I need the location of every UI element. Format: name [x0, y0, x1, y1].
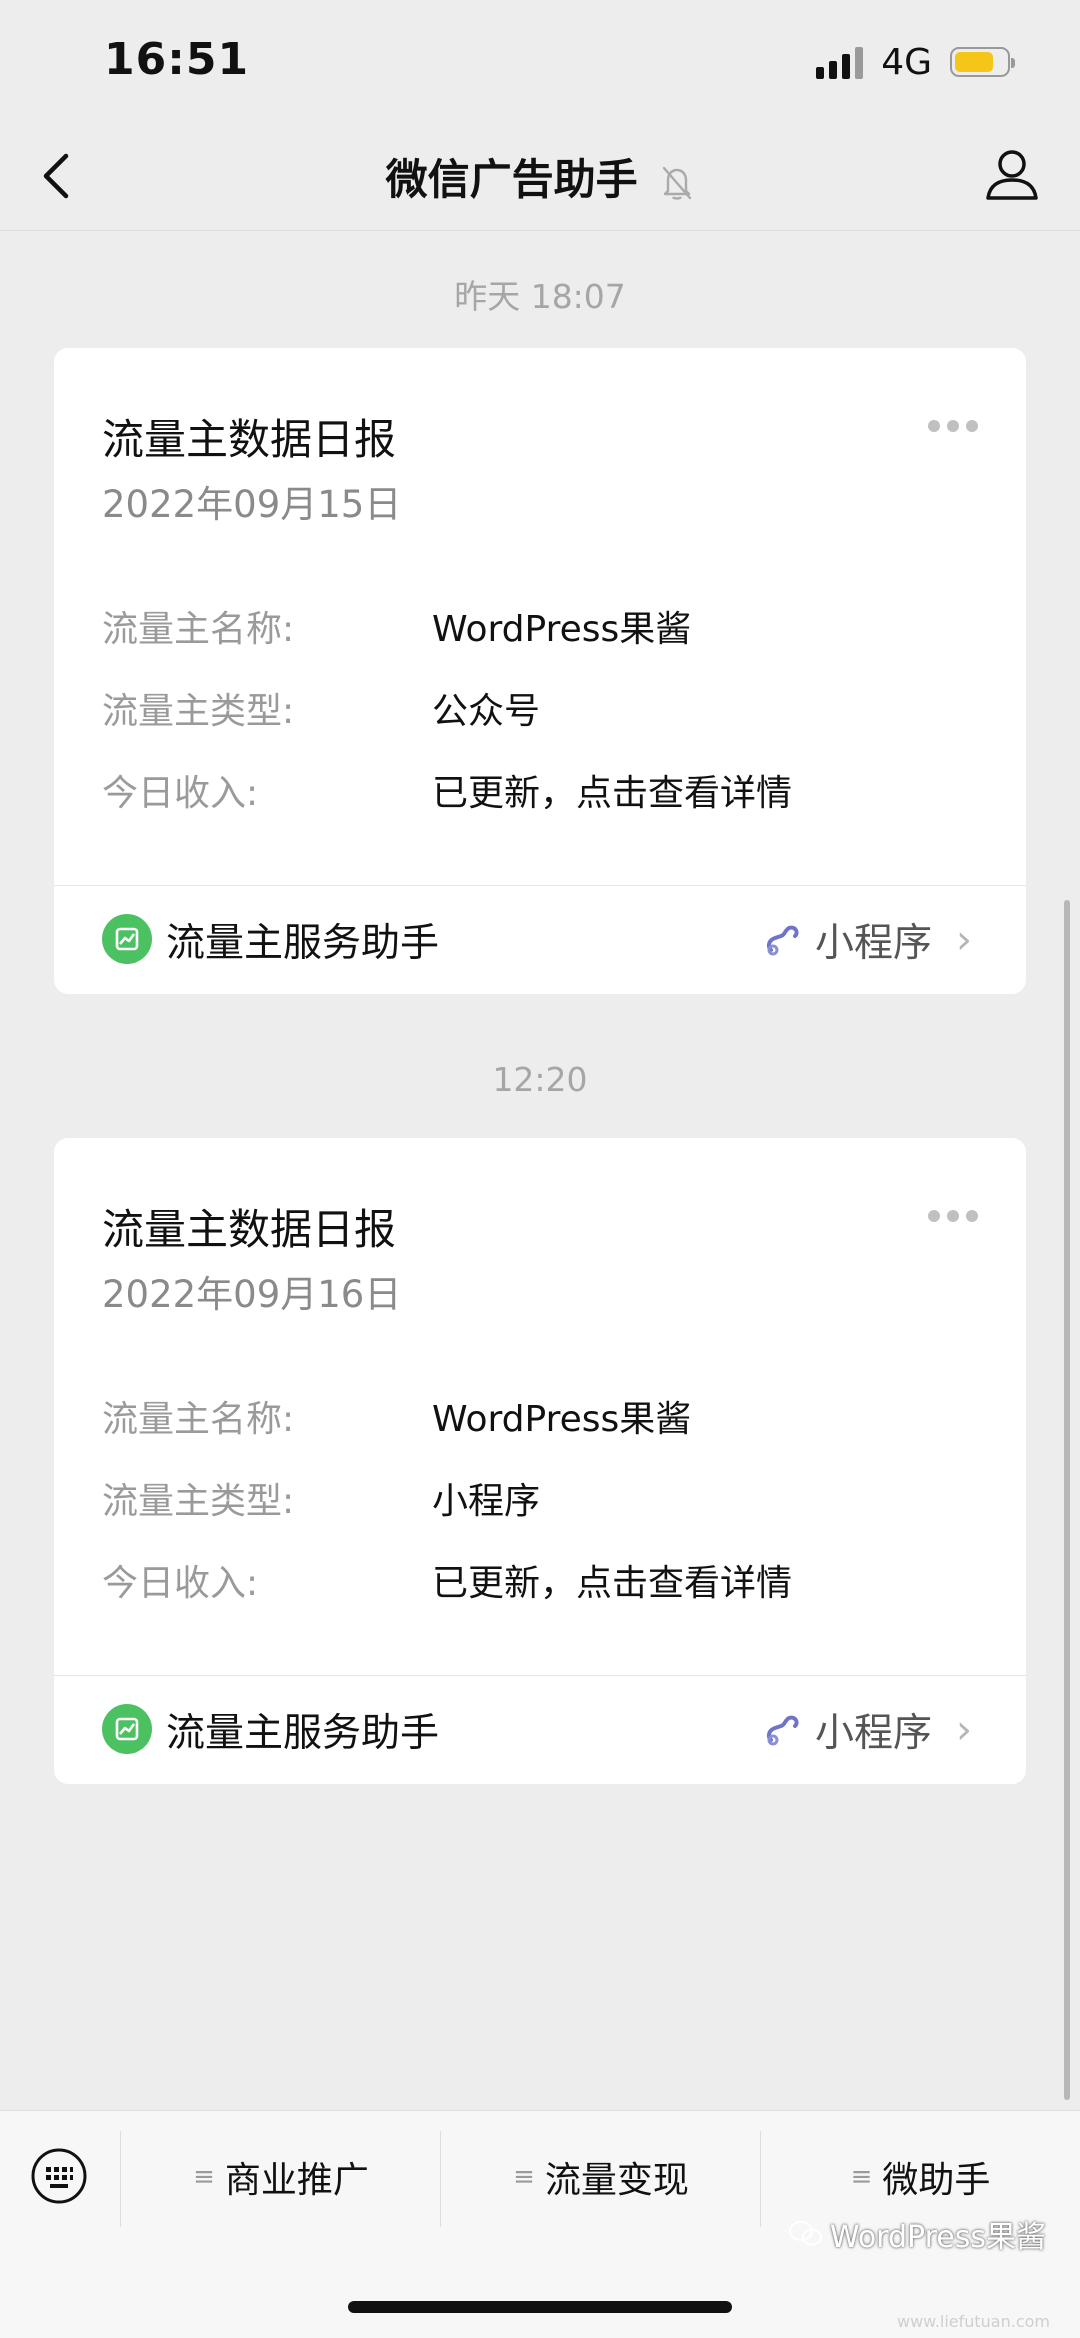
menu-lines-icon: ≡ — [193, 2162, 215, 2192]
wechat-icon — [788, 2221, 822, 2246]
mini-program-tag: 小程序 › — [763, 912, 972, 968]
watermark-text: WordPress果酱 — [829, 2220, 1046, 2255]
row-value: 已更新，点击查看详情 — [432, 1563, 793, 1604]
nav-bar: 微信广告助手 — [0, 120, 1080, 231]
keyboard-icon[interactable] — [30, 2147, 88, 2205]
watermark: WordPress果酱 — [788, 2212, 1046, 2256]
card-date: 2022年09月15日 — [102, 483, 402, 526]
row-label: 流量主名称: — [102, 609, 295, 650]
row-value: WordPress果酱 — [432, 1399, 692, 1440]
scrollbar[interactable] — [1064, 900, 1070, 2100]
bell-off-icon — [663, 166, 692, 200]
row-value: WordPress果酱 — [432, 609, 692, 650]
menu-lines-icon: ≡ — [850, 2162, 873, 2192]
chart-logo-icon — [102, 914, 152, 964]
row-label: 流量主类型: — [102, 691, 295, 732]
card-title: 流量主数据日报 — [102, 415, 397, 464]
menu-item-traffic-monetization[interactable]: ≡ 流量变现 — [441, 2127, 761, 2227]
status-bar: 16:51 4G — [0, 0, 1080, 120]
mini-program-name: 流量主服务助手 — [166, 1711, 440, 1756]
menu-item-label: 商业推广 — [224, 2160, 369, 2201]
chevron-right-icon: › — [956, 1707, 972, 1753]
page-title-text: 微信广告助手 — [385, 155, 638, 204]
home-indicator[interactable] — [348, 2301, 732, 2313]
mini-program-tag-label: 小程序 — [814, 1711, 932, 1756]
mini-program-footer[interactable]: 流量主服务助手 小程序 › — [54, 885, 1026, 994]
chevron-right-icon: › — [956, 917, 972, 963]
more-icon[interactable] — [928, 420, 978, 432]
link-icon — [766, 925, 799, 956]
row-label: 流量主名称: — [102, 1399, 295, 1440]
row-value: 小程序 — [432, 1481, 541, 1522]
mini-program-footer[interactable]: 流量主服务助手 小程序 › — [54, 1675, 1026, 1784]
card-title: 流量主数据日报 — [102, 1205, 397, 1254]
mini-program-tag: 小程序 › — [763, 1702, 972, 1758]
status-indicators: 4G — [816, 40, 1015, 84]
message-timestamp: 12:20 — [492, 1060, 588, 1099]
mini-program-tag-label: 小程序 — [814, 921, 932, 966]
chart-logo-icon — [102, 1704, 152, 1754]
row-value: 已更新，点击查看详情 — [432, 773, 793, 814]
menu-lines-icon: ≡ — [513, 2162, 535, 2192]
message-timestamp: 昨天 18:07 — [454, 277, 626, 316]
row-value: 公众号 — [432, 691, 541, 732]
menu-item-business-promotion[interactable]: ≡ 商业推广 — [121, 2127, 441, 2227]
watermark-url: www.liefutuan.com — [897, 2312, 1050, 2331]
row-label: 今日收入: — [102, 773, 259, 814]
network-type: 4G — [881, 41, 932, 83]
message-card[interactable]: 流量主数据日报 2022年09月15日 流量主名称: WordPress果酱 流… — [54, 348, 1026, 994]
battery-icon — [950, 47, 1015, 77]
menu-item-label: 流量变现 — [544, 2160, 689, 2201]
card-date: 2022年09月16日 — [102, 1273, 402, 1316]
row-label: 流量主类型: — [102, 1481, 295, 1522]
mini-program-name: 流量主服务助手 — [166, 921, 440, 966]
signal-icon — [816, 45, 864, 79]
person-icon[interactable] — [980, 142, 1044, 206]
link-icon — [766, 1715, 799, 1746]
status-time: 16:51 — [104, 34, 250, 85]
more-icon[interactable] — [928, 1210, 978, 1222]
menu-item-label: 微助手 — [882, 2160, 991, 2201]
message-card[interactable]: 流量主数据日报 2022年09月16日 流量主名称: WordPress果酱 流… — [54, 1138, 1026, 1784]
row-label: 今日收入: — [102, 1563, 259, 1604]
page-title: 微信广告助手 — [0, 146, 1080, 207]
